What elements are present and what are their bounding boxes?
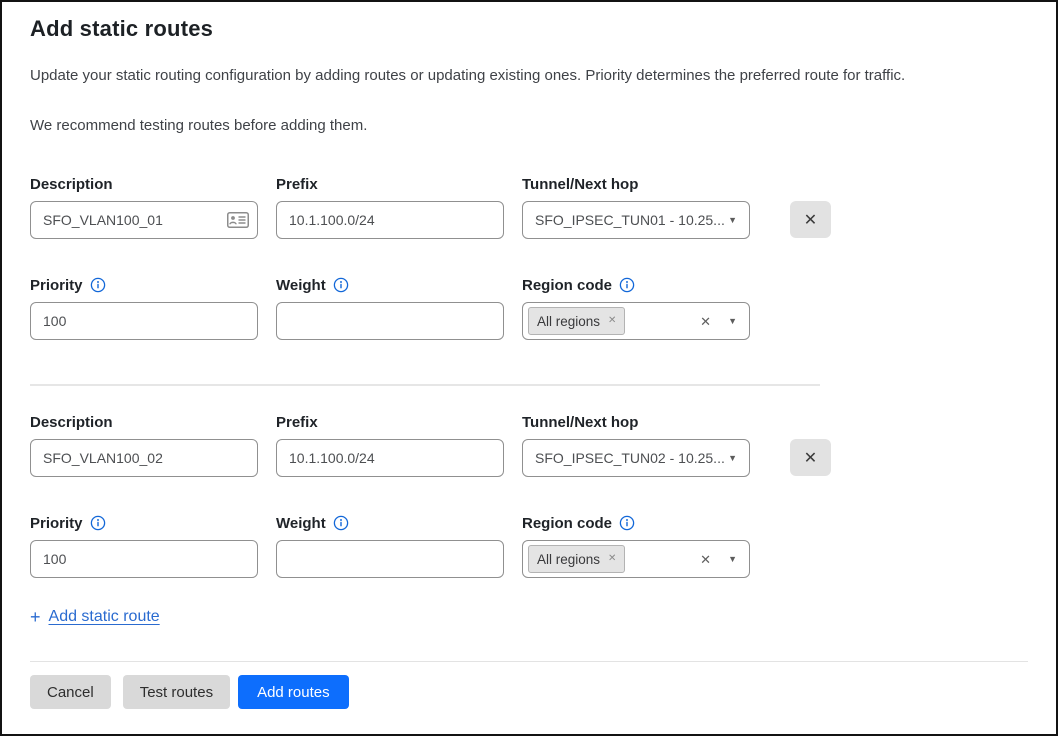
contact-card-icon[interactable] <box>227 212 249 228</box>
footer-actions: Cancel Test routes Add routes <box>30 675 1028 709</box>
tunnel-field-2: Tunnel/Next hop SFO_IPSEC_TUN02 - 10.25.… <box>522 412 750 477</box>
weight-input[interactable] <box>276 540 504 578</box>
description-field-1: Description <box>30 174 258 239</box>
tunnel-selected-value: SFO_IPSEC_TUN01 - 10.25... <box>535 212 728 228</box>
region-tag-chip: All regions ✕ <box>528 307 625 335</box>
weight-label: Weight <box>276 277 326 294</box>
description-field-2: Description <box>30 412 258 477</box>
add-static-routes-dialog: Add static routes Update your static rou… <box>0 0 1058 736</box>
close-icon: ✕ <box>804 210 817 230</box>
region-code-label: Region code <box>522 277 612 294</box>
prefix-label: Prefix <box>276 412 504 432</box>
prefix-input[interactable] <box>276 439 504 477</box>
chevron-down-icon[interactable]: ▼ <box>728 555 737 564</box>
close-icon: ✕ <box>804 448 817 468</box>
remove-route-button[interactable]: ✕ <box>790 439 831 476</box>
tunnel-label: Tunnel/Next hop <box>522 174 750 194</box>
tunnel-label: Tunnel/Next hop <box>522 412 750 432</box>
info-icon[interactable] <box>90 277 106 293</box>
info-icon[interactable] <box>333 515 349 531</box>
route-row-1: Description <box>30 174 1028 340</box>
priority-field-1: Priority <box>30 275 258 340</box>
add-routes-button[interactable]: Add routes <box>238 675 349 709</box>
description-input[interactable] <box>30 201 258 239</box>
prefix-field-1: Prefix <box>276 174 504 239</box>
add-static-route-label: Add static route <box>49 608 160 626</box>
info-icon[interactable] <box>619 515 635 531</box>
description-input[interactable] <box>30 439 258 477</box>
tunnel-field-1: Tunnel/Next hop SFO_IPSEC_TUN01 - 10.25.… <box>522 174 750 239</box>
region-code-field-2: Region code All regions ✕ <box>522 513 750 578</box>
region-code-field-1: Region code All regions ✕ <box>522 275 750 340</box>
intro-text: Update your static routing configuration… <box>30 66 1028 86</box>
region-code-multiselect[interactable]: All regions ✕ ✕ ▼ <box>522 540 750 578</box>
recommendation-text: We recommend testing routes before addin… <box>30 116 1028 136</box>
region-code-multiselect[interactable]: All regions ✕ ✕ ▼ <box>522 302 750 340</box>
add-static-route-link[interactable]: + Add static route <box>30 608 160 626</box>
clear-selection-icon[interactable]: ✕ <box>700 553 711 566</box>
region-tag-chip: All regions ✕ <box>528 545 625 573</box>
prefix-field-2: Prefix <box>276 412 504 477</box>
priority-label: Priority <box>30 515 83 532</box>
weight-input[interactable] <box>276 302 504 340</box>
clear-selection-icon[interactable]: ✕ <box>700 315 711 328</box>
route-row-2: Description Prefix Tunnel/Next hop SFO_I… <box>30 412 1028 578</box>
chevron-down-icon[interactable]: ▼ <box>728 216 737 225</box>
info-icon[interactable] <box>90 515 106 531</box>
cancel-button[interactable]: Cancel <box>30 675 111 709</box>
prefix-label: Prefix <box>276 174 504 194</box>
priority-input[interactable] <box>30 302 258 340</box>
region-tag-label: All regions <box>537 552 600 567</box>
priority-input[interactable] <box>30 540 258 578</box>
weight-field-1: Weight <box>276 275 504 340</box>
chevron-down-icon[interactable]: ▼ <box>728 317 737 326</box>
prefix-input[interactable] <box>276 201 504 239</box>
region-tag-label: All regions <box>537 314 600 329</box>
chip-remove-icon[interactable]: ✕ <box>608 554 616 564</box>
plus-icon: + <box>30 608 41 626</box>
chip-remove-icon[interactable]: ✕ <box>608 316 616 326</box>
info-icon[interactable] <box>333 277 349 293</box>
remove-route-button[interactable]: ✕ <box>790 201 831 238</box>
tunnel-select[interactable]: SFO_IPSEC_TUN01 - 10.25... ▼ <box>522 201 750 239</box>
description-label: Description <box>30 412 258 432</box>
footer-divider <box>30 661 1028 662</box>
priority-label: Priority <box>30 277 83 294</box>
region-code-label: Region code <box>522 515 612 532</box>
tunnel-select[interactable]: SFO_IPSEC_TUN02 - 10.25... ▼ <box>522 439 750 477</box>
weight-field-2: Weight <box>276 513 504 578</box>
description-label: Description <box>30 174 258 194</box>
priority-field-2: Priority <box>30 513 258 578</box>
page-title: Add static routes <box>30 16 1028 42</box>
weight-label: Weight <box>276 515 326 532</box>
chevron-down-icon[interactable]: ▼ <box>728 454 737 463</box>
section-divider <box>30 384 820 386</box>
test-routes-button[interactable]: Test routes <box>123 675 230 709</box>
tunnel-selected-value: SFO_IPSEC_TUN02 - 10.25... <box>535 450 728 466</box>
info-icon[interactable] <box>619 277 635 293</box>
